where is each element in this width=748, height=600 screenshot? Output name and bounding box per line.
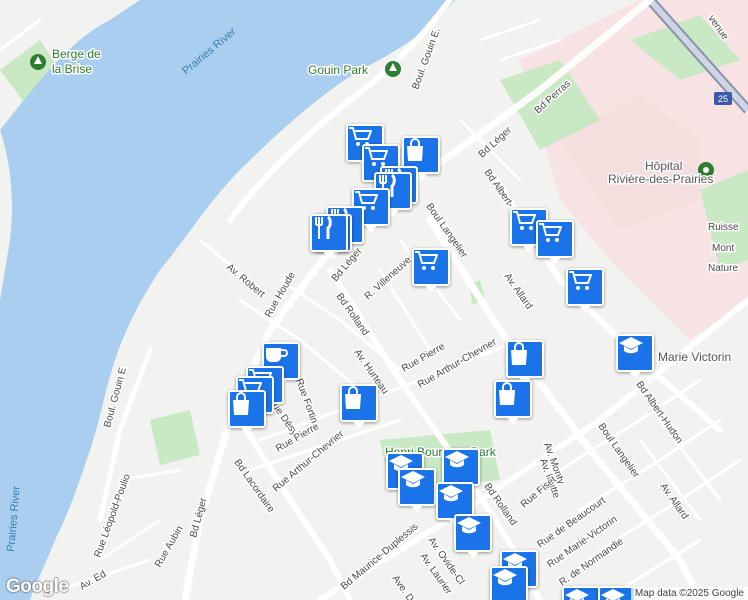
area-label: Nature (708, 263, 738, 274)
hospital-label: Hôpital (645, 159, 682, 173)
school-marker[interactable] (442, 448, 480, 493)
map-canvas[interactable]: 25 Prairies River Prairies River Berge d… (0, 0, 748, 600)
school-marker[interactable] (454, 514, 492, 559)
school-marker[interactable] (398, 468, 436, 513)
google-logo: Google (6, 576, 69, 597)
area-label: Ruisse (708, 222, 739, 233)
map-base: 25 Prairies River Prairies River Berge d… (0, 0, 748, 600)
cart-marker[interactable] (566, 268, 604, 313)
map-attribution: Map data ©2025 Google (630, 587, 748, 600)
park-pin-icon (30, 54, 46, 70)
school-marker[interactable] (490, 566, 528, 600)
bag-marker[interactable] (228, 390, 266, 435)
cart-marker[interactable] (412, 248, 450, 293)
school-marker[interactable] (562, 586, 600, 600)
bag-marker[interactable] (506, 340, 544, 385)
hospital-label: Rivière-des-Prairies (608, 172, 713, 186)
cart-marker[interactable] (536, 220, 574, 265)
park-label: Berge de (52, 47, 101, 61)
bag-marker[interactable] (494, 380, 532, 425)
area-label: Mont (712, 243, 734, 254)
school-marker[interactable] (616, 334, 654, 379)
park-pin-icon (385, 61, 401, 77)
street-label: p Marie Victorin (648, 350, 731, 364)
restaurant-marker[interactable] (310, 214, 348, 259)
park-label: la Brise (52, 62, 92, 76)
park-label: Gouin Park (308, 63, 369, 77)
bag-marker[interactable] (340, 384, 378, 429)
svg-text:25: 25 (718, 94, 728, 104)
